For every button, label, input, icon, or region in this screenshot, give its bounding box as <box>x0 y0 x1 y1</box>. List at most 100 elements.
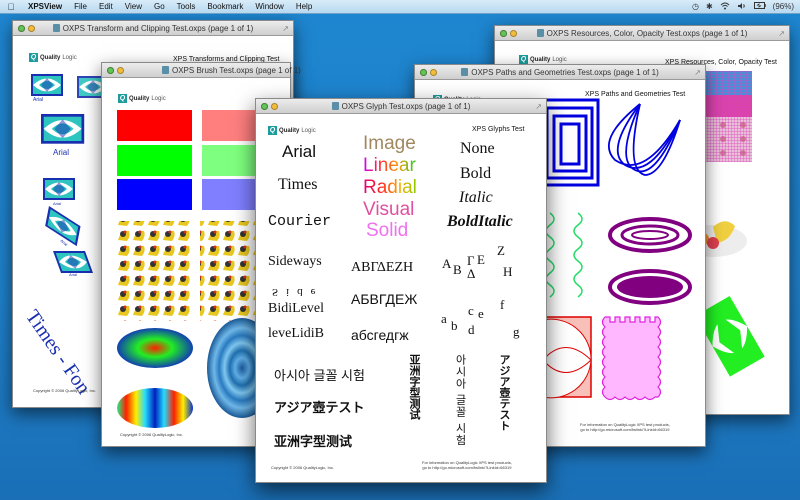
shape-label: Arial <box>69 272 78 277</box>
radial-gradient-ellipse <box>117 328 193 368</box>
menu-help[interactable]: Help <box>290 2 318 11</box>
greek-scatter-glyph: Z <box>497 243 505 258</box>
info-text: For information on QualityLogic XPS test… <box>422 460 512 470</box>
cyrillic-upper-text: АБВГДЕЖ <box>351 291 418 307</box>
bidi-label: BidiLevel <box>268 301 324 316</box>
cyrillic-lower-text: абсгедгж <box>351 327 409 343</box>
minimize-button[interactable] <box>430 68 437 76</box>
fullscreen-icon[interactable]: ↗ <box>282 24 289 33</box>
menu-tools[interactable]: Tools <box>171 2 202 11</box>
window-title: OXPS Paths and Geometries Test.oxps (pag… <box>471 67 659 77</box>
info-text: For information on QualityLogic XPS test… <box>580 422 670 432</box>
korean-vertical-text: 아시아 글꼴 시험 <box>454 354 466 447</box>
wifi-icon[interactable] <box>720 2 730 12</box>
menu-bookmark[interactable]: Bookmark <box>201 2 249 11</box>
titlebar[interactable]: OXPS Brush Test.oxps (page 1 of 1) <box>102 63 301 78</box>
sideways-label: Sideways <box>268 254 322 269</box>
fullscreen-icon[interactable]: ↗ <box>535 102 542 111</box>
titlebar[interactable]: OXPS Transform and Clipping Test.oxps (p… <box>13 21 293 36</box>
brush-sample-image: Image <box>363 133 416 154</box>
image-brush-tiles <box>117 221 193 321</box>
fullscreen-icon[interactable]: ↗ <box>778 29 785 38</box>
latin-scatter-glyph: e <box>478 306 484 321</box>
menu-edit[interactable]: Edit <box>93 2 119 11</box>
clip-shape <box>43 178 75 200</box>
zoom-button[interactable] <box>18 24 25 32</box>
menu-app-name[interactable]: XPSView <box>22 2 68 11</box>
copyright: Copyright © 2006 QualityLogic, Inc. <box>271 465 334 470</box>
menu-view[interactable]: View <box>119 2 148 11</box>
font-sample-arial: Arial <box>282 142 317 161</box>
brush-sample-solid: Solid <box>366 220 409 241</box>
font-sample-courier: Courier <box>268 213 332 230</box>
green-brush-swatch <box>117 145 192 176</box>
latin-scatter-glyph: b <box>451 318 458 333</box>
minimize-button[interactable] <box>271 102 278 110</box>
menu-go[interactable]: Go <box>148 2 171 11</box>
chinese-text: 亚洲字型测试 <box>274 434 353 449</box>
menu-window[interactable]: Window <box>249 2 289 11</box>
titlebar[interactable]: OXPS Glyph Test.oxps (page 1 of 1) ↗ <box>256 99 546 114</box>
battery-percentage: (96%) <box>772 2 794 11</box>
style-sample-bold: Bold <box>460 165 492 182</box>
greek-scatter-glyph: A <box>442 256 452 271</box>
style-sample-bolditalic: BoldItalic <box>447 213 513 230</box>
menu-bar:  XPSView File Edit View Go Tools Bookma… <box>0 0 800 14</box>
menu-file[interactable]: File <box>68 2 93 11</box>
page-title: XPS Glyphs Test <box>472 126 525 133</box>
bidi-reversed-label: leveLidiB <box>268 326 324 341</box>
red-brush-swatch <box>117 110 192 141</box>
minimize-button[interactable] <box>28 24 35 32</box>
latin-scatter-glyph: f <box>500 297 505 312</box>
latin-scatter-glyph: c <box>468 303 474 318</box>
latin-scatter-glyph: a <box>441 311 447 326</box>
copyright: Copyright © 2006 QualityLogic, Inc. <box>33 388 96 393</box>
brush-sample-radial: Radial <box>363 177 417 198</box>
greek-text: ΑΒΓΔΕΖΗ <box>351 260 414 275</box>
greek-scatter-glyph: E <box>477 252 485 267</box>
document-icon <box>461 67 469 76</box>
shape-label: Arial <box>53 148 70 157</box>
document-icon <box>52 23 60 32</box>
shape-label: Arial <box>53 201 62 206</box>
greek-scatter-glyph: H <box>503 264 513 279</box>
titlebar[interactable]: OXPS Resources, Color, Opacity Test.oxps… <box>495 26 789 41</box>
clip-shape-small <box>77 76 103 98</box>
qualitylogic-logo: QQualityLogic <box>268 126 316 135</box>
blue-brush-swatch <box>117 179 192 210</box>
document-icon <box>331 101 339 110</box>
volume-icon[interactable] <box>737 2 747 12</box>
apple-menu-icon[interactable]:  <box>0 2 22 12</box>
sideways-rotated-text: Side <box>272 286 324 298</box>
zoom-button[interactable] <box>420 68 427 76</box>
japanese-vertical-text: アジア壺テスト <box>498 354 510 431</box>
time-machine-icon[interactable]: ◷ <box>692 2 699 11</box>
qualitylogic-logo: QQualityLogic <box>519 55 567 64</box>
zoom-button[interactable] <box>500 29 507 37</box>
red-arc-square <box>542 316 592 399</box>
battery-icon[interactable] <box>753 2 766 11</box>
zoom-button[interactable] <box>107 66 114 74</box>
minimize-button[interactable] <box>117 66 124 74</box>
zoom-button[interactable] <box>261 102 268 110</box>
window-title: OXPS Glyph Test.oxps (page 1 of 1) <box>341 101 471 111</box>
latin-scatter-glyph: d <box>468 322 475 337</box>
bluetooth-icon[interactable]: ✱ <box>706 2 713 11</box>
font-sample-times: Times <box>278 176 318 193</box>
fullscreen-icon[interactable]: ↗ <box>694 68 701 77</box>
titlebar[interactable]: OXPS Paths and Geometries Test.oxps (pag… <box>415 65 705 80</box>
style-sample-none: None <box>460 140 495 157</box>
window-title: OXPS Brush Test.oxps (page 1 of 1) <box>172 65 301 75</box>
window-title: OXPS Transform and Clipping Test.oxps (p… <box>62 23 254 33</box>
window-title: OXPS Resources, Color, Opacity Test.oxps… <box>546 28 748 38</box>
shape-label: Arial <box>33 97 44 103</box>
wavy-pink-shape <box>601 316 662 401</box>
minimize-button[interactable] <box>510 29 517 37</box>
chinese-vertical-text: 亚洲字型测试 <box>408 354 420 420</box>
clip-shape <box>31 74 63 96</box>
korean-text: 아시아 글꼴 시험 <box>274 368 365 383</box>
logo-mark-icon: Q <box>519 55 528 64</box>
clip-shape-large <box>41 114 85 144</box>
wavy-lines <box>545 212 583 298</box>
brush-sample-linear: Linear <box>363 155 416 176</box>
